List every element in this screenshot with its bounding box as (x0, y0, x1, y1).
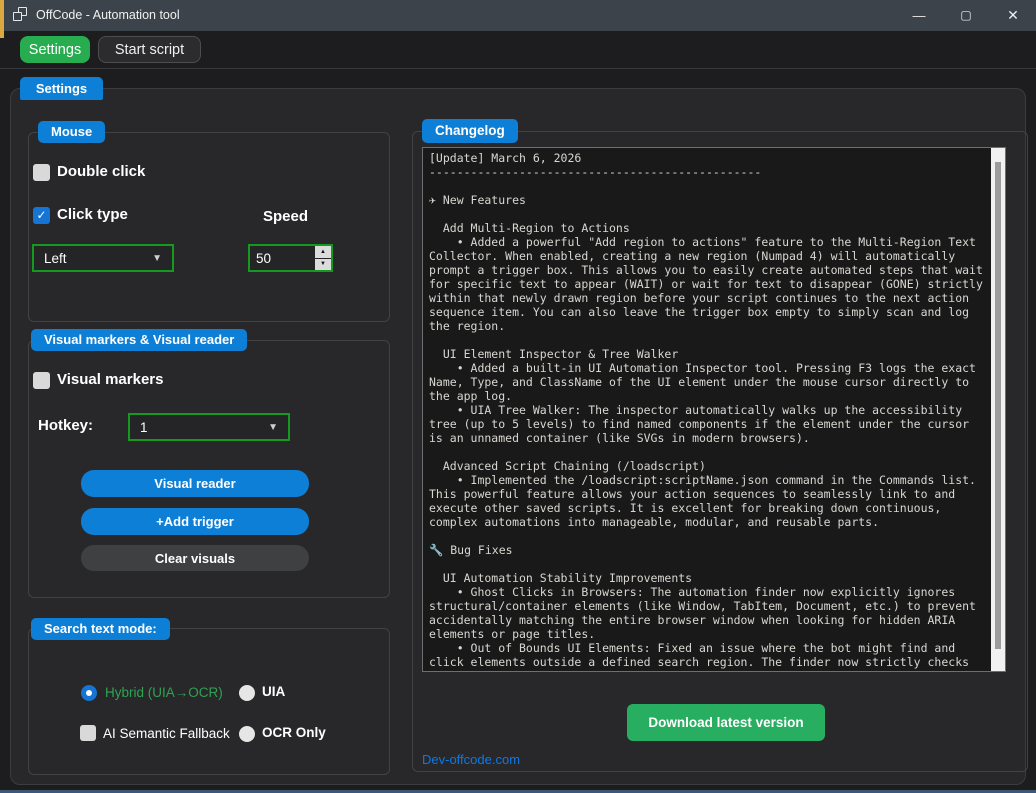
close-icon[interactable]: ✕ (993, 0, 1033, 31)
hybrid-radio[interactable] (81, 685, 97, 701)
add-trigger-button[interactable]: +Add trigger (81, 508, 309, 535)
ocr-only-label: OCR Only (262, 725, 326, 740)
click-type-checkbox[interactable]: ✓ (33, 207, 50, 224)
visual-markers-checkbox[interactable] (33, 372, 50, 389)
ai-fallback-label: AI Semantic Fallback (103, 726, 230, 741)
double-click-label: Double click (57, 163, 145, 180)
changelog-section-header: Changelog (422, 119, 518, 143)
speed-label: Speed (263, 208, 308, 225)
click-type-dropdown[interactable]: Left ▼ (32, 244, 174, 272)
app-window: OffCode - Automation tool — ▢ ✕ Settings… (0, 0, 1036, 793)
app-icon (13, 7, 29, 23)
visual-markers-label: Visual markers (57, 371, 163, 388)
visual-reader-button[interactable]: Visual reader (81, 470, 309, 497)
hotkey-dropdown[interactable]: 1 ▼ (128, 413, 290, 441)
page-tab-settings[interactable]: Settings (20, 77, 103, 100)
window-title: OffCode - Automation tool (36, 8, 180, 22)
spin-up-icon[interactable]: ▲ (315, 246, 331, 258)
hotkey-value: 1 (140, 420, 148, 435)
website-link[interactable]: Dev-offcode.com (422, 752, 520, 767)
download-latest-button[interactable]: Download latest version (627, 704, 825, 741)
uia-label: UIA (262, 684, 285, 699)
chevron-down-icon: ▼ (152, 253, 162, 264)
hotkey-label: Hotkey: (38, 417, 93, 434)
mouse-section (28, 132, 390, 322)
changelog-text: [Update] March 6, 2026 -----------------… (423, 148, 1005, 672)
changelog-textbox[interactable]: [Update] March 6, 2026 -----------------… (422, 147, 1006, 672)
double-click-checkbox[interactable] (33, 164, 50, 181)
click-type-value: Left (44, 251, 67, 266)
changelog-scrollbar[interactable] (991, 148, 1005, 671)
maximize-icon[interactable]: ▢ (946, 0, 986, 31)
search-mode-section-header: Search text mode: (31, 618, 170, 640)
tab-separator (0, 68, 1036, 69)
window-edge-accent (0, 0, 4, 38)
chevron-down-icon: ▼ (268, 422, 278, 433)
spin-down-icon[interactable]: ▼ (315, 259, 331, 271)
clear-visuals-button[interactable]: Clear visuals (81, 545, 309, 571)
speed-stepper[interactable]: 50 ▲ ▼ (248, 244, 333, 272)
click-type-label: Click type (57, 206, 128, 223)
search-mode-section (28, 628, 390, 775)
tab-start-script[interactable]: Start script (98, 36, 201, 63)
ocr-only-radio[interactable] (239, 726, 255, 742)
mouse-section-header: Mouse (38, 121, 105, 143)
visual-section-header: Visual markers & Visual reader (31, 329, 247, 351)
speed-value: 50 (250, 251, 315, 266)
title-bar: OffCode - Automation tool — ▢ ✕ (0, 0, 1036, 31)
ai-fallback-checkbox[interactable] (80, 725, 96, 741)
scrollbar-thumb[interactable] (995, 162, 1001, 649)
minimize-icon[interactable]: — (899, 0, 939, 31)
hybrid-label: Hybrid (UIA→OCR) (105, 685, 223, 700)
uia-radio[interactable] (239, 685, 255, 701)
tab-settings[interactable]: Settings (20, 36, 90, 63)
